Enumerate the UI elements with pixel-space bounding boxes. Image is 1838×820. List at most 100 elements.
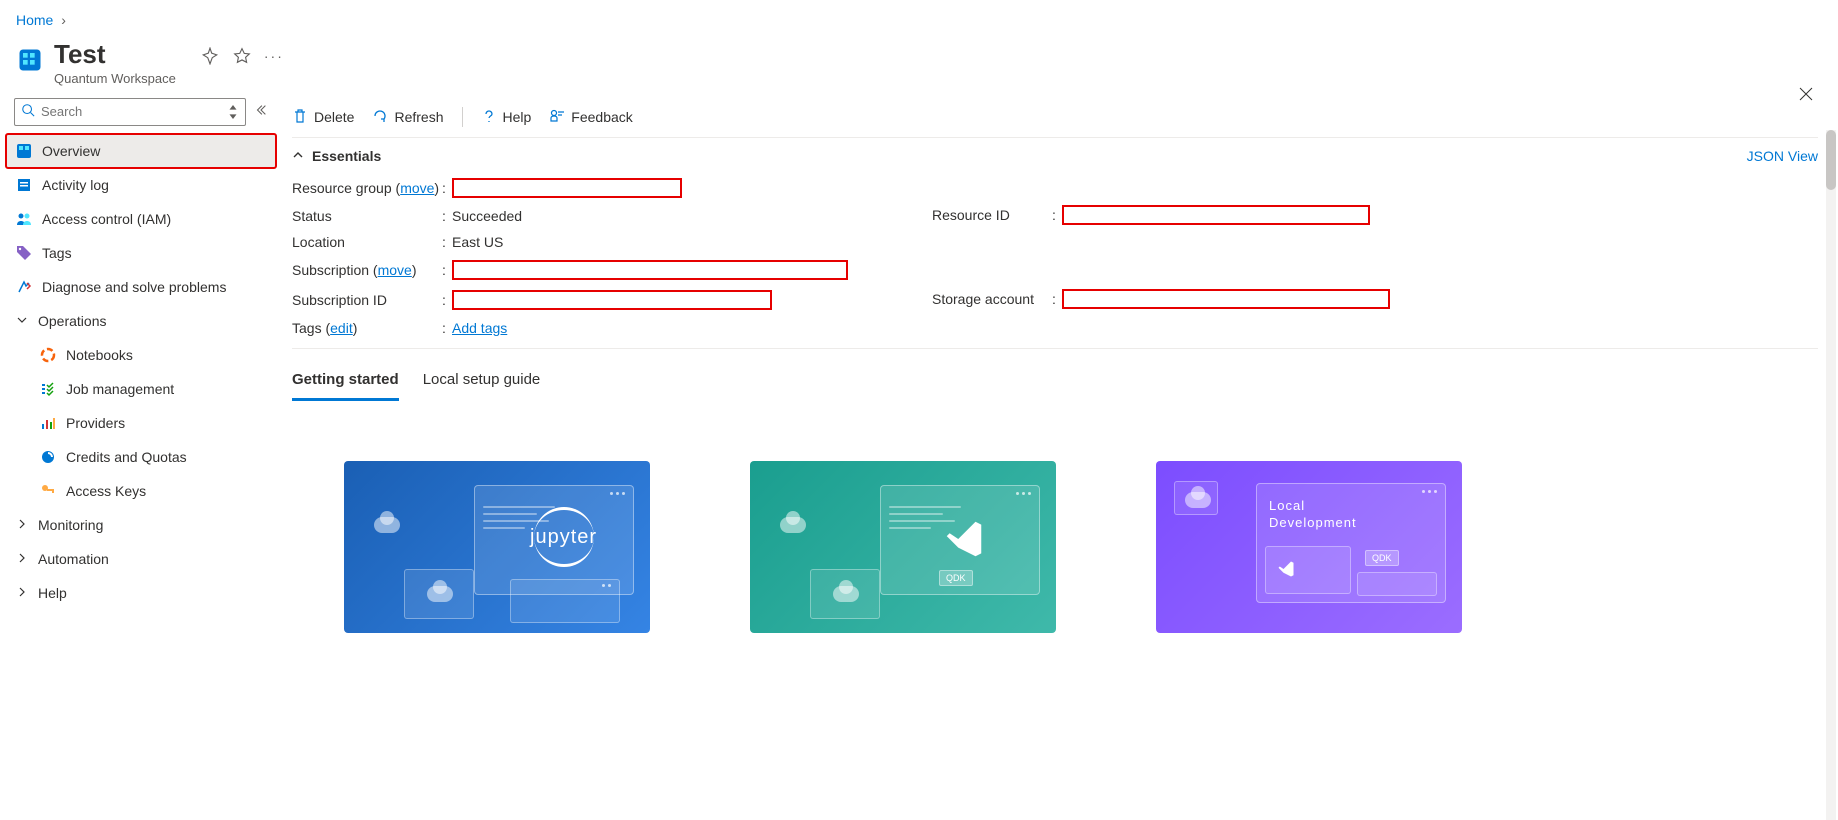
feedback-button[interactable]: Feedback: [549, 108, 632, 127]
button-label: Help: [503, 109, 532, 125]
refresh-button[interactable]: Refresh: [372, 108, 443, 127]
section-label: Help: [38, 585, 67, 601]
card-jupyter[interactable]: jupyter: [344, 461, 650, 633]
tab-local-setup[interactable]: Local setup guide: [423, 365, 541, 401]
sidebar-item-notebooks[interactable]: Notebooks: [6, 338, 276, 372]
sidebar: Overview Activity log Access control (IA…: [0, 98, 282, 633]
chevron-right-icon: [16, 551, 28, 567]
resource-id-value: [1062, 205, 1390, 225]
page-subtitle: Quantum Workspace: [54, 71, 176, 86]
chevron-right-icon: [16, 517, 28, 533]
toolbar-separator: [462, 107, 463, 127]
access-keys-icon: [40, 483, 56, 499]
resource-group-value: [452, 178, 932, 198]
add-tags-link[interactable]: Add tags: [452, 320, 507, 336]
sidebar-label: Activity log: [42, 177, 109, 193]
credits-icon: [40, 449, 56, 465]
sidebar-item-job-management[interactable]: Job management: [6, 372, 276, 406]
location-value: East US: [452, 234, 932, 250]
tags-label: Tags (edit): [292, 320, 442, 336]
search-input-wrapper[interactable]: [14, 98, 246, 126]
tab-getting-started[interactable]: Getting started: [292, 365, 399, 401]
more-icon[interactable]: ···: [264, 46, 284, 66]
sidebar-label: Providers: [66, 415, 125, 431]
sidebar-label: Overview: [42, 143, 100, 159]
chevron-right-icon: [16, 585, 28, 601]
scrollbar-track: [1826, 130, 1836, 820]
edit-tags-link[interactable]: edit: [330, 320, 353, 336]
card-vscode[interactable]: QDK: [750, 461, 1056, 633]
card-local-dev[interactable]: Local Development QDK: [1156, 461, 1462, 633]
vscode-icon: [941, 516, 987, 565]
button-label: Delete: [314, 109, 354, 125]
subscription-id-value: [452, 290, 932, 310]
card-local-dev-line2: Development: [1269, 515, 1357, 530]
toolbar: Delete Refresh Help Feedback: [292, 98, 1818, 138]
sidebar-section-operations[interactable]: Operations: [6, 304, 276, 338]
chevron-right-icon: ›: [61, 12, 66, 28]
favorite-icon[interactable]: [232, 46, 252, 66]
job-management-icon: [40, 381, 56, 397]
qdk-badge: QDK: [1365, 550, 1399, 566]
tags-icon: [16, 245, 32, 261]
sidebar-label: Tags: [42, 245, 72, 261]
section-label: Automation: [38, 551, 109, 567]
access-control-icon: [16, 211, 32, 227]
pin-icon[interactable]: [200, 46, 220, 66]
sidebar-item-diagnose[interactable]: Diagnose and solve problems: [6, 270, 276, 304]
vscode-small-icon: [1276, 559, 1296, 582]
sidebar-label: Access Keys: [66, 483, 146, 499]
sidebar-item-overview[interactable]: Overview: [6, 134, 276, 168]
diagnose-icon: [16, 279, 32, 295]
subscription-id-label: Subscription ID: [292, 292, 442, 308]
delete-button[interactable]: Delete: [292, 108, 354, 127]
sidebar-item-access-control[interactable]: Access control (IAM): [6, 202, 276, 236]
search-input[interactable]: [35, 104, 227, 119]
activity-log-icon: [16, 177, 32, 193]
sidebar-section-automation[interactable]: Automation: [6, 542, 276, 576]
section-label: Monitoring: [38, 517, 103, 533]
sidebar-label: Diagnose and solve problems: [42, 279, 226, 295]
chevron-down-icon: [16, 313, 28, 329]
sidebar-label: Notebooks: [66, 347, 133, 363]
storage-account-value: [1062, 289, 1390, 309]
refresh-icon: [372, 108, 388, 127]
collapse-essentials-icon[interactable]: [292, 148, 304, 164]
location-label: Location: [292, 234, 442, 250]
overview-icon: [16, 143, 32, 159]
sidebar-item-access-keys[interactable]: Access Keys: [6, 474, 276, 508]
section-label: Operations: [38, 313, 106, 329]
json-view-link[interactable]: JSON View: [1747, 148, 1818, 164]
sidebar-item-activity-log[interactable]: Activity log: [6, 168, 276, 202]
feedback-icon: [549, 108, 565, 127]
page-title: Test: [54, 40, 176, 69]
status-value: Succeeded: [452, 208, 932, 224]
collapse-sidebar-icon[interactable]: [254, 103, 268, 120]
breadcrumb: Home ›: [0, 0, 1838, 36]
subscription-label: Subscription (move): [292, 262, 442, 278]
notebooks-icon: [40, 347, 56, 363]
card-local-dev-line1: Local: [1269, 498, 1305, 513]
sidebar-item-tags[interactable]: Tags: [6, 236, 276, 270]
breadcrumb-home[interactable]: Home: [16, 12, 53, 28]
subscription-value: [452, 260, 932, 280]
move-subscription-link[interactable]: move: [378, 262, 412, 278]
help-icon: [481, 108, 497, 127]
sidebar-section-help[interactable]: Help: [6, 576, 276, 610]
button-label: Refresh: [394, 109, 443, 125]
sidebar-item-credits-quotas[interactable]: Credits and Quotas: [6, 440, 276, 474]
quantum-workspace-icon: [16, 46, 44, 74]
storage-account-label: Storage account: [932, 291, 1052, 307]
card-jupyter-label: jupyter: [530, 526, 597, 548]
delete-icon: [292, 108, 308, 127]
sidebar-section-monitoring[interactable]: Monitoring: [6, 508, 276, 542]
help-button[interactable]: Help: [481, 108, 532, 127]
sidebar-item-providers[interactable]: Providers: [6, 406, 276, 440]
qdk-badge: QDK: [939, 570, 973, 586]
resource-group-label: Resource group (move): [292, 180, 442, 196]
move-resource-group-link[interactable]: move: [400, 180, 434, 196]
sort-icon[interactable]: [227, 105, 239, 119]
scrollbar-thumb[interactable]: [1826, 130, 1836, 190]
search-icon: [21, 103, 35, 120]
essentials-title: Essentials: [312, 148, 381, 164]
